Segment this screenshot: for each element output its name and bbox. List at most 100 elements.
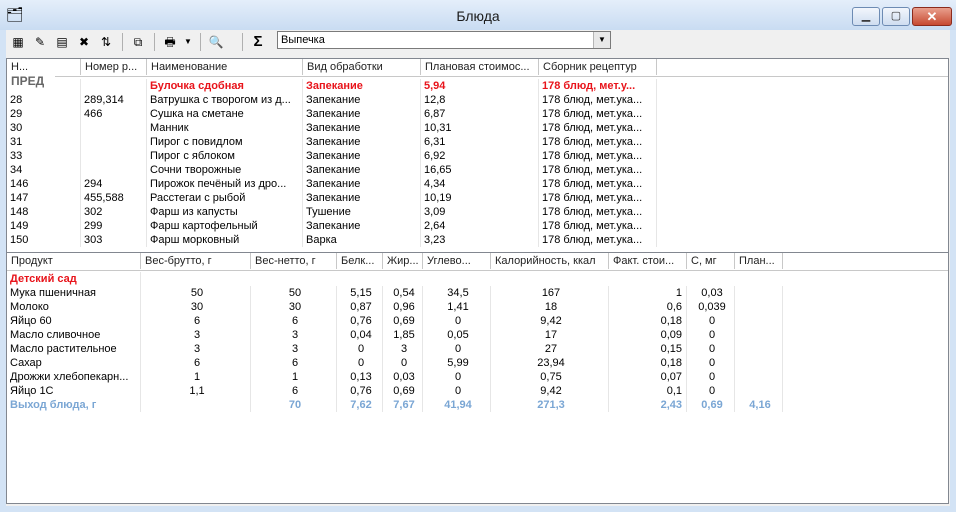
cell-carbs: 5,99 bbox=[423, 356, 491, 370]
total-row[interactable]: Выход блюда, г 70 7,62 7,67 41,94 271,3 2,43 0,… bbox=[7, 398, 948, 412]
col-header[interactable]: Продукт bbox=[7, 253, 141, 269]
table-row[interactable]: Мука пшеничная 50 50 5,15 0,54 34,5 167 1 0,03 bbox=[7, 286, 948, 300]
overlay-label: ПРЕД bbox=[7, 70, 55, 92]
cell-protein: 0,13 bbox=[337, 370, 383, 384]
dishes-grid[interactable]: Н... Номер р... Наименование Вид обработ… bbox=[6, 58, 949, 276]
cell-name: Расстегаи с рыбой bbox=[147, 191, 303, 205]
cell-protein: 0 bbox=[337, 342, 383, 356]
close-button[interactable]: ✕ bbox=[912, 7, 952, 26]
col-header[interactable]: Факт. стои... bbox=[609, 253, 687, 269]
table-row[interactable]: 149 299 Фарш картофельный Запекание 2,64 178 … bbox=[7, 219, 948, 233]
add-record-icon[interactable]: ▦ bbox=[8, 32, 28, 52]
cell-carbs: 0 bbox=[423, 342, 491, 356]
col-header[interactable]: Углево... bbox=[423, 253, 491, 269]
col-header[interactable]: Вес-нетто, г bbox=[251, 253, 337, 269]
col-header[interactable]: Вес-брутто, г bbox=[141, 253, 251, 269]
cell-net: 6 bbox=[251, 384, 337, 398]
toolbar: ▦ ✎ ▤ ✖ ⇅ ⧉ 🖶 ▼ 🔍 Σ Выпечка ▼ bbox=[6, 30, 950, 54]
cell-recipe-book: 178 блюд, мет.ука... bbox=[539, 93, 657, 107]
cell-protein: 0 bbox=[337, 356, 383, 370]
cell-process: Запекание bbox=[303, 149, 421, 163]
products-grid[interactable]: Продукт Вес-брутто, г Вес-нетто, г Белк.… bbox=[6, 252, 949, 504]
cell-process: Варка bbox=[303, 233, 421, 247]
table-row[interactable]: Дрожжи хлебопекарн... 1 1 0,13 0,03 0 0,75 0,07… bbox=[7, 370, 948, 384]
col-header[interactable]: Номер р... bbox=[81, 59, 147, 75]
col-header[interactable]: Калорийность, ккал bbox=[491, 253, 609, 269]
table-row[interactable]: Молоко 30 30 0,87 0,96 1,41 18 0,6 0,039 bbox=[7, 300, 948, 314]
cell-net: 3 bbox=[251, 342, 337, 356]
col-header[interactable]: Жир... bbox=[383, 253, 423, 269]
toolbar-separator bbox=[122, 33, 123, 51]
cell-name: Пирог с повидлом bbox=[147, 135, 303, 149]
cell-vitamin-c: 0,69 bbox=[687, 398, 735, 412]
copy-icon[interactable]: ⧉ bbox=[128, 32, 148, 52]
cell-recipe-book: 178 блюд, мет.ука... bbox=[539, 233, 657, 247]
col-header[interactable]: Белк... bbox=[337, 253, 383, 269]
col-header[interactable]: Плановая стоимос... bbox=[421, 59, 539, 75]
table-row[interactable]: Яйцо 60 6 6 0,76 0,69 0 9,42 0,18 0 bbox=[7, 314, 948, 328]
cell-recipe-no bbox=[81, 135, 147, 149]
cell-fact-cost: 2,43 bbox=[609, 398, 687, 412]
col-header[interactable]: Наименование bbox=[147, 59, 303, 75]
print-icon[interactable]: 🖶 bbox=[160, 32, 180, 52]
toolbar-separator bbox=[200, 33, 201, 51]
cell-recipe-no: 289,314 bbox=[81, 93, 147, 107]
maximize-button[interactable]: ▢ bbox=[882, 7, 910, 26]
chevron-down-icon[interactable]: ▼ bbox=[593, 32, 610, 48]
sum-icon[interactable]: Σ bbox=[248, 32, 268, 52]
table-row[interactable]: 28 289,314 Ватрушка с творогом из д... Запе… bbox=[7, 93, 948, 107]
preview-icon[interactable]: 🔍 bbox=[206, 32, 226, 52]
table-row[interactable]: Масло растительное 3 3 0 3 0 27 0,15 0 bbox=[7, 342, 948, 356]
table-view-icon[interactable]: ▤ bbox=[52, 32, 72, 52]
cell-gross: 30 bbox=[141, 300, 251, 314]
cell-net: 6 bbox=[251, 356, 337, 370]
cell-number: 146 bbox=[7, 177, 81, 191]
table-row[interactable]: 147 455,588 Расстегаи с рыбой Запекание 10,1… bbox=[7, 191, 948, 205]
cell-vitamin-c: 0,03 bbox=[687, 286, 735, 300]
table-row[interactable]: Яйцо 1С 1,1 6 0,76 0,69 0 9,42 0,1 0 bbox=[7, 384, 948, 398]
delete-record-icon[interactable]: ✖ bbox=[74, 32, 94, 52]
cell-plan: 4,16 bbox=[735, 398, 783, 412]
table-row[interactable]: Булочка сдобная Запекание 5,94 178 блюд, ме… bbox=[7, 79, 948, 93]
table-row[interactable]: 146 294 Пирожок печёный из дро... Запекание… bbox=[7, 177, 948, 191]
table-row[interactable]: Сахар 6 6 0 0 5,99 23,94 0,18 0 bbox=[7, 356, 948, 370]
cell-cost: 3,09 bbox=[421, 205, 539, 219]
cell-process: Тушение bbox=[303, 205, 421, 219]
cell-vitamin-c: 0 bbox=[687, 342, 735, 356]
cell-name: Сочни творожные bbox=[147, 163, 303, 177]
table-row[interactable]: 150 303 Фарш морковный Варка 3,23 178 блюд, м… bbox=[7, 233, 948, 247]
col-header[interactable]: Вид обработки bbox=[303, 59, 421, 75]
col-header[interactable]: Сборник рецептур bbox=[539, 59, 657, 75]
print-dropdown-icon[interactable]: ▼ bbox=[182, 32, 194, 52]
cell-cost: 4,34 bbox=[421, 177, 539, 191]
table-row[interactable]: Масло сливочное 3 3 0,04 1,85 0,05 17 0,09 0 bbox=[7, 328, 948, 342]
cell-fact-cost: 0,6 bbox=[609, 300, 687, 314]
cell-recipe-no bbox=[81, 121, 147, 135]
cell-recipe-no bbox=[81, 149, 147, 163]
group-label: Детский сад bbox=[7, 272, 141, 286]
cell-product: Сахар bbox=[7, 356, 141, 370]
cell-gross: 3 bbox=[141, 328, 251, 342]
table-row[interactable]: 33 Пирог с яблоком Запекание 6,92 178 блюд, … bbox=[7, 149, 948, 163]
col-header[interactable]: С, мг bbox=[687, 253, 735, 269]
table-row[interactable]: 34 Сочни творожные Запекание 16,65 178 блюд,… bbox=[7, 163, 948, 177]
cell-process: Запекание bbox=[303, 93, 421, 107]
cell-fat: 7,67 bbox=[383, 398, 423, 412]
col-header[interactable]: План... bbox=[735, 253, 783, 269]
filter-icon[interactable]: ⇅ bbox=[96, 32, 116, 52]
group-row[interactable]: Детский сад bbox=[7, 272, 948, 286]
category-select[interactable]: Выпечка ▼ bbox=[277, 31, 611, 49]
table-row[interactable]: 29 466 Сушка на сметане Запекание 6,87 178 бл… bbox=[7, 107, 948, 121]
cell-number: 34 bbox=[7, 163, 81, 177]
cell-fat: 0,54 bbox=[383, 286, 423, 300]
cell-protein: 0,76 bbox=[337, 384, 383, 398]
edit-record-icon[interactable]: ✎ bbox=[30, 32, 50, 52]
cell-number: 29 bbox=[7, 107, 81, 121]
cell-number: 30 bbox=[7, 121, 81, 135]
table-row[interactable]: 148 302 Фарш из капусты Тушение 3,09 178 блюд… bbox=[7, 205, 948, 219]
minimize-button[interactable]: ▁ bbox=[852, 7, 880, 26]
table-row[interactable]: 30 Манник Запекание 10,31 178 блюд, мет.ука.… bbox=[7, 121, 948, 135]
table-row[interactable]: 31 Пирог с повидлом Запекание 6,31 178 блюд,… bbox=[7, 135, 948, 149]
cell-cost: 16,65 bbox=[421, 163, 539, 177]
cell-net: 50 bbox=[251, 286, 337, 300]
